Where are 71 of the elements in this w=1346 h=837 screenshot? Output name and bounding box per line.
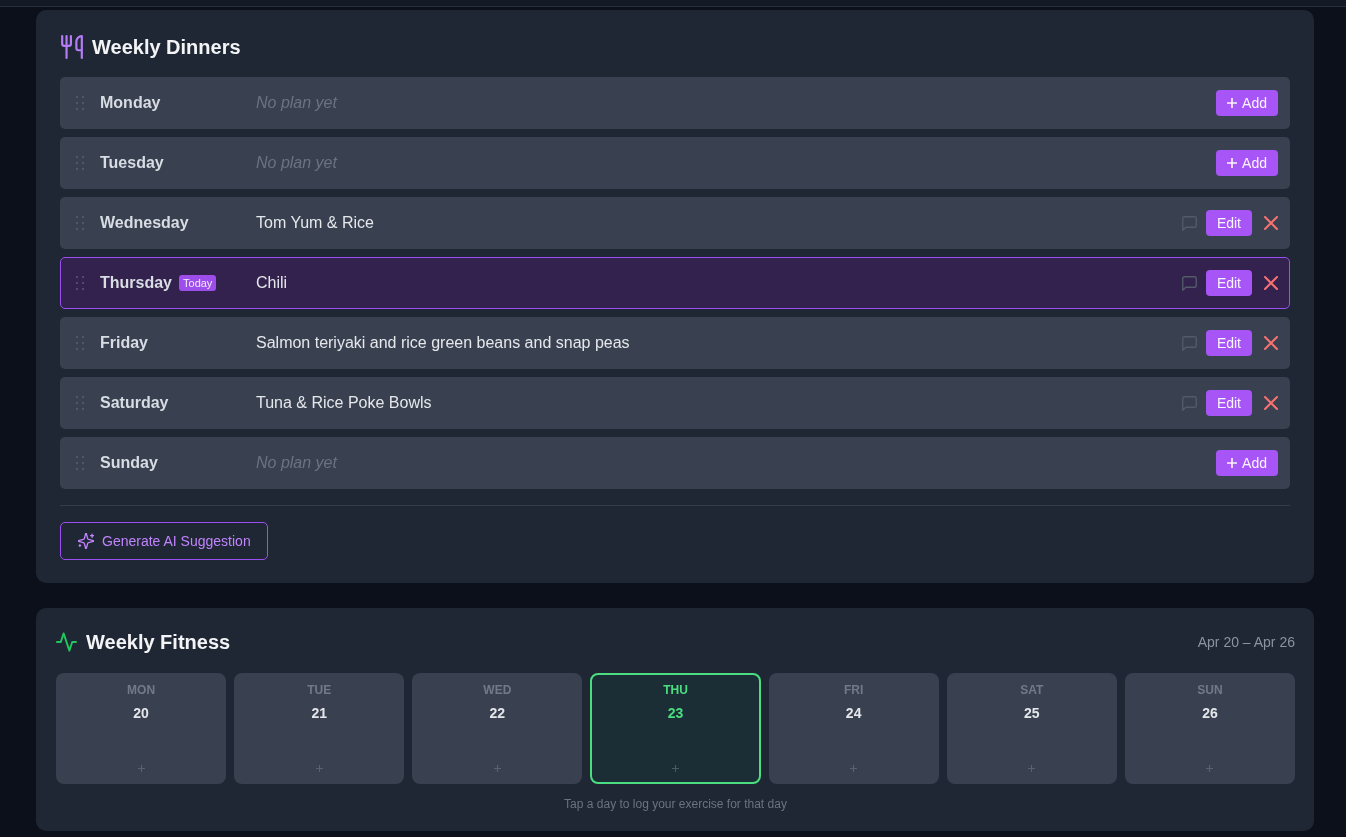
plus-icon bbox=[1227, 98, 1238, 108]
date-range-text: Apr 20 – Apr 26 bbox=[1197, 634, 1295, 650]
plus-icon bbox=[1227, 458, 1238, 468]
weekday-label: WED bbox=[483, 682, 512, 698]
plus-icon bbox=[137, 765, 145, 772]
close-icon bbox=[1264, 276, 1278, 290]
plus-icon bbox=[1227, 158, 1238, 168]
day-card[interactable]: MON 20 bbox=[56, 673, 227, 784]
plus-icon bbox=[672, 765, 679, 772]
date-number: 22 bbox=[489, 704, 506, 722]
weekday-label: FRI bbox=[843, 682, 864, 698]
day-label: Sunday bbox=[100, 454, 158, 472]
speech-bubble-icon[interactable] bbox=[1181, 215, 1197, 231]
edit-button[interactable]: Edit bbox=[1205, 390, 1252, 416]
day-card[interactable]: FRI 24 bbox=[768, 673, 939, 784]
plus-icon bbox=[493, 765, 501, 772]
generate-suggestion-button[interactable]: Generate AI Suggestion bbox=[60, 522, 268, 560]
day-label: Tuesday bbox=[100, 154, 164, 172]
sparkle-icon bbox=[78, 533, 94, 549]
weekday-label: SUN bbox=[1197, 682, 1223, 698]
delete-button[interactable] bbox=[1264, 216, 1278, 230]
meal-text: Salmon teriyaki and rice green beans and snap peas bbox=[256, 334, 630, 352]
add-button[interactable]: Add bbox=[1216, 90, 1278, 116]
day-label: Friday bbox=[100, 334, 148, 352]
close-icon bbox=[1264, 336, 1278, 350]
weekday-label: MON bbox=[127, 682, 156, 698]
plus-icon bbox=[1028, 765, 1036, 772]
fork-knife-icon bbox=[61, 35, 83, 59]
pulse-line-icon bbox=[56, 632, 77, 652]
weekday-label: THU bbox=[663, 682, 688, 698]
speech-bubble-icon[interactable] bbox=[1181, 395, 1197, 411]
edit-button[interactable]: Edit bbox=[1205, 330, 1252, 356]
date-number: 24 bbox=[845, 704, 862, 722]
day-card[interactable]: TUE 21 bbox=[234, 673, 405, 784]
day-label: Wednesday bbox=[100, 214, 189, 232]
close-icon bbox=[1264, 396, 1278, 410]
date-number: 20 bbox=[133, 704, 149, 722]
day-label: Saturday bbox=[100, 394, 169, 412]
section-title: Weekly Dinners bbox=[92, 35, 241, 59]
edit-button[interactable]: Edit bbox=[1205, 270, 1252, 296]
date-number: 23 bbox=[667, 704, 684, 722]
day-label: Monday bbox=[100, 94, 161, 112]
day-card[interactable]: SAT 25 bbox=[946, 673, 1117, 784]
delete-button[interactable] bbox=[1264, 276, 1278, 290]
date-number: 26 bbox=[1202, 704, 1218, 722]
weekday-label: TUE bbox=[307, 682, 332, 698]
add-button[interactable]: Add bbox=[1216, 450, 1278, 476]
day-card[interactable]: THU 23 bbox=[590, 673, 761, 784]
close-icon bbox=[1264, 216, 1278, 230]
plus-icon bbox=[1206, 765, 1214, 772]
section-title: Weekly Fitness bbox=[86, 630, 231, 654]
day-card[interactable]: SUN 26 bbox=[1124, 673, 1295, 784]
day-label: Thursday bbox=[100, 274, 172, 292]
hint-text: Tap a day to log your exercise for that day bbox=[564, 797, 787, 811]
edit-button[interactable]: Edit bbox=[1205, 210, 1252, 236]
drag-handle-icon[interactable] bbox=[76, 276, 84, 290]
meal-text: Tom Yum & Rice bbox=[256, 214, 374, 232]
day-card[interactable]: WED 22 bbox=[412, 673, 583, 784]
plus-icon bbox=[850, 765, 858, 772]
meal-text: Chili bbox=[256, 274, 288, 292]
speech-bubble-icon[interactable] bbox=[1181, 335, 1197, 351]
today-badge: Today bbox=[179, 275, 217, 291]
add-button[interactable]: Add bbox=[1216, 150, 1278, 176]
plus-icon bbox=[315, 765, 323, 772]
weekday-label: SAT bbox=[1020, 682, 1044, 698]
delete-button[interactable] bbox=[1264, 396, 1278, 410]
delete-button[interactable] bbox=[1264, 336, 1278, 350]
date-number: 25 bbox=[1024, 704, 1040, 722]
speech-bubble-icon[interactable] bbox=[1181, 275, 1197, 291]
date-number: 21 bbox=[311, 704, 327, 722]
meal-text: Tuna & Rice Poke Bowls bbox=[256, 394, 432, 412]
